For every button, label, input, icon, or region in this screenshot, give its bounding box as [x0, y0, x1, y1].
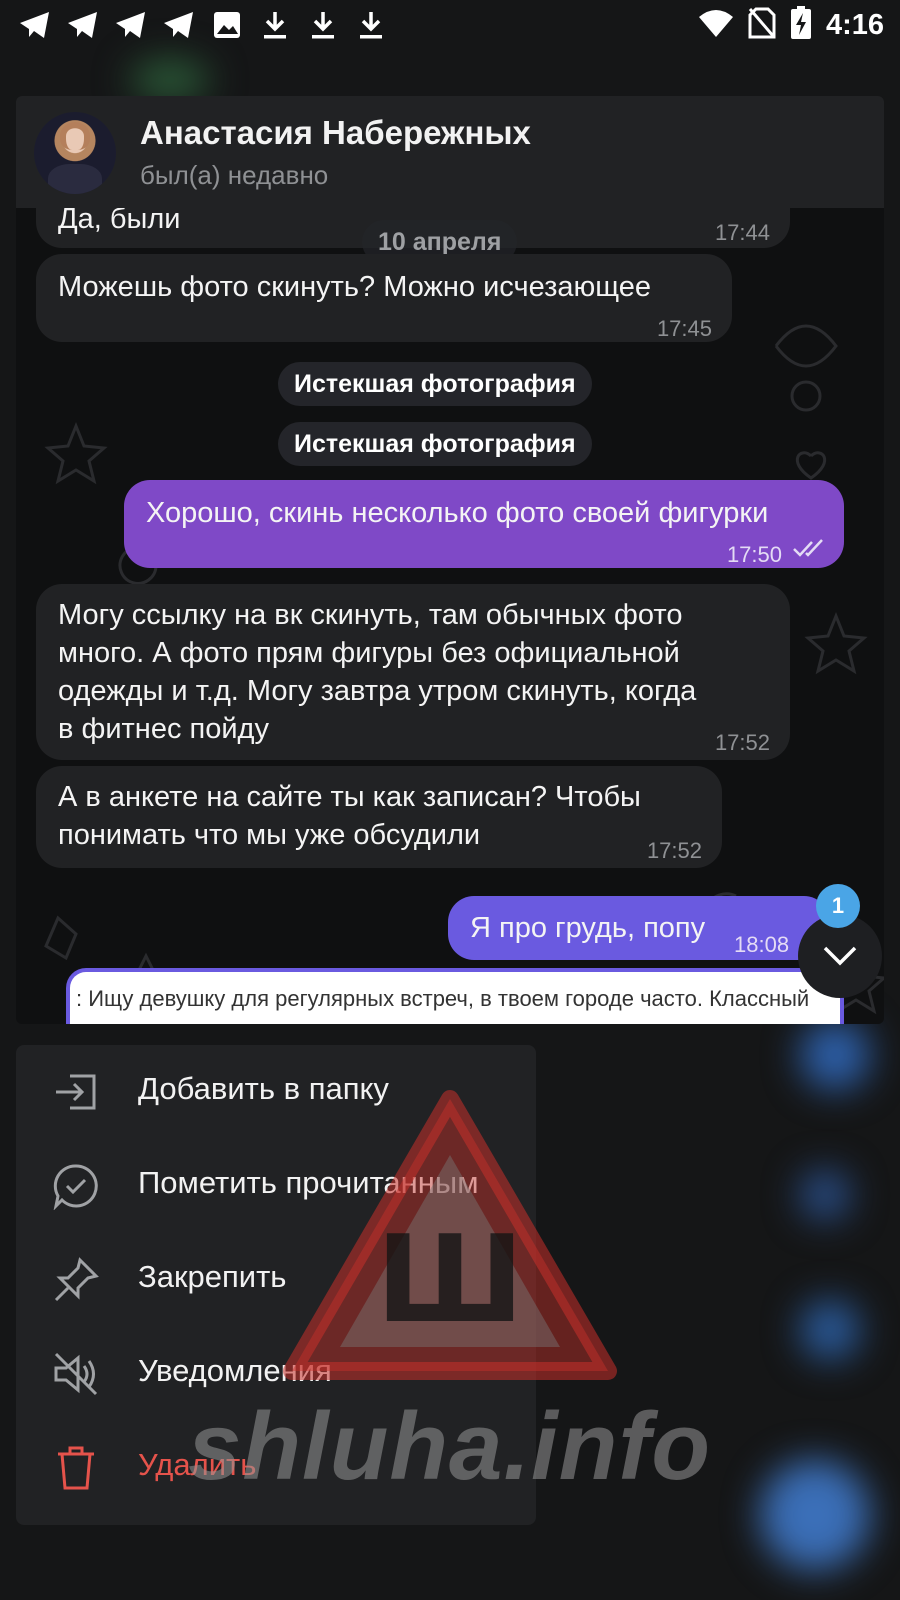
chat-header[interactable]: Анастасия Набережных был(а) недавно	[16, 96, 884, 208]
quoted-message-preview: : Ищу девушку для регулярных встреч, в т…	[66, 968, 844, 1024]
message-time: 18:08	[734, 932, 790, 957]
wifi-icon	[698, 8, 734, 43]
pin-icon	[54, 1257, 99, 1302]
image-icon	[210, 8, 244, 42]
message-outgoing[interactable]: Хорошо, скинь несколько фото своей фигур…	[124, 480, 844, 568]
message-text: Хорошо, скинь несколько фото своей фигур…	[146, 497, 769, 529]
no-sim-icon	[748, 7, 776, 44]
telegram-icon	[18, 8, 52, 42]
background-blur	[800, 1300, 860, 1360]
unread-count-badge: 1	[816, 884, 860, 928]
message-text-line: Могу ссылку на вк скинуть, там обычных ф…	[58, 599, 683, 631]
download-icon	[354, 8, 388, 42]
message-text-line: понимать что мы уже обсудили	[58, 819, 481, 851]
double-check-icon	[793, 539, 823, 557]
message-outgoing[interactable]: Я про грудь, попу 18:08	[448, 896, 830, 960]
clock: 4:16	[825, 9, 884, 41]
watermark-logo: Ш	[283, 1090, 617, 1380]
message-incoming[interactable]: Могу ссылку на вк скинуть, там обычных ф…	[36, 584, 790, 760]
message-time: 17:50	[726, 542, 782, 567]
menu-item-label: Закрепить	[138, 1259, 287, 1294]
background-blur	[800, 1020, 870, 1090]
background-blur	[130, 60, 210, 100]
avatar	[34, 112, 116, 194]
download-icon	[306, 8, 340, 42]
trash-icon	[58, 1446, 94, 1490]
download-icon	[258, 8, 292, 42]
message-time: 17:44	[714, 220, 770, 245]
telegram-icon	[162, 8, 196, 42]
battery-charging-icon	[790, 6, 812, 45]
watermark-text: shluha.info	[188, 1393, 711, 1500]
background-blur	[760, 1460, 870, 1570]
message-time: 17:45	[656, 316, 712, 341]
telegram-icon	[66, 8, 100, 42]
message-text-line: в фитнес пойду	[58, 713, 269, 745]
message-time: 17:52	[714, 730, 770, 755]
message-text: Можешь фото скинуть? Можно исчезающее	[58, 271, 652, 303]
message-text-line: много. А фото прям фигуры без официально…	[58, 637, 680, 669]
contact-name: Анастасия Набережных	[140, 114, 531, 151]
message-time: 17:52	[646, 838, 702, 863]
expired-photo-notice: Истекшая фотография	[278, 422, 592, 466]
message-incoming[interactable]: Можешь фото скинуть? Можно исчезающее 17…	[36, 254, 732, 342]
expired-photo-notice: Истекшая фотография	[278, 362, 592, 406]
background-blur	[800, 1170, 850, 1220]
message-incoming[interactable]: А в анкете на сайте ты как записан? Чтоб…	[36, 766, 722, 868]
telegram-icon	[114, 8, 148, 42]
chevron-down-icon	[823, 946, 857, 966]
message-list[interactable]: Да, были 17:44 10 апреля Можешь фото ски…	[16, 96, 884, 1024]
status-bar: 4:16	[0, 0, 900, 52]
mute-icon	[54, 1352, 98, 1396]
message-text: Я про грудь, попу	[470, 912, 706, 944]
svg-text:Ш: Ш	[376, 1211, 524, 1350]
message-text-line: одежды и т.д. Могу завтра утром скинуть,…	[58, 675, 697, 707]
folder-add-icon	[56, 1074, 96, 1110]
contact-status: был(а) недавно	[140, 160, 329, 190]
chat-check-icon	[53, 1164, 98, 1210]
message-text-line: А в анкете на сайте ты как записан? Чтоб…	[58, 781, 641, 813]
chat-preview[interactable]: Да, были 17:44 10 апреля Можешь фото ски…	[16, 96, 884, 1024]
